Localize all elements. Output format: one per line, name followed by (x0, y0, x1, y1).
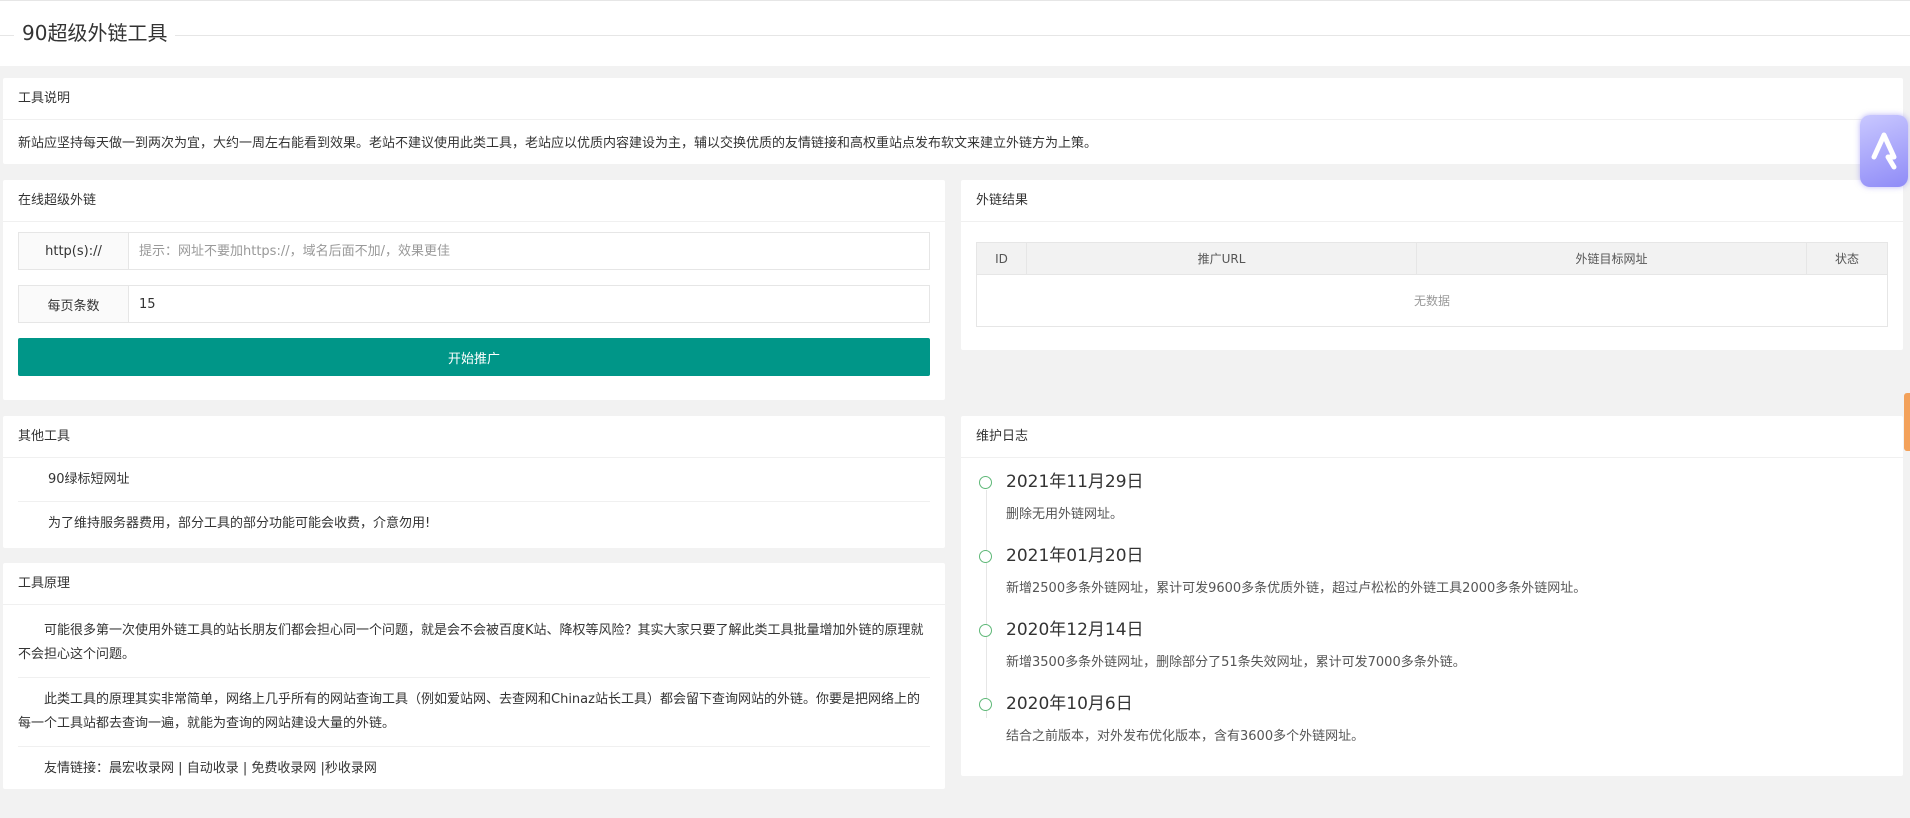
timeline-dot-icon (979, 624, 992, 637)
floating-assistant-icon[interactable] (1860, 115, 1908, 187)
timeline-item: 2021年01月20日 新增2500多条外链网址，累计可发9600多条优质外链，… (976, 540, 1888, 614)
side-feedback-tab[interactable] (1904, 393, 1910, 451)
description-heading: 工具说明 (3, 78, 1903, 120)
other-tools-card: 其他工具 90绿标短网址 为了维持服务器费用，部分工具的部分功能可能会收费，介意… (3, 416, 945, 548)
friend-link[interactable]: 秒收录网 (325, 761, 377, 776)
page-title: 90超级外链工具 (14, 19, 176, 47)
header-divider (0, 35, 1910, 36)
friend-link[interactable]: 免费收录网 (251, 761, 316, 776)
friend-link[interactable]: 自动收录 (187, 761, 239, 776)
timeline-date: 2020年12月14日 (1006, 620, 1144, 640)
timeline-date: 2021年11月29日 (1006, 472, 1144, 492)
principle-card: 工具原理 可能很多第一次使用外链工具的站长朋友们都会担心同一个问题，就是会不会被… (3, 563, 945, 789)
url-input-group: http(s):// (18, 232, 930, 270)
link-separator: | (238, 761, 252, 776)
timeline-dot-icon (979, 550, 992, 563)
column-header-target-url: 外链目标网址 (1416, 242, 1807, 275)
results-card: 外链结果 ID 推广URL 外链目标网址 状态 无数据 (961, 180, 1903, 350)
changelog-card: 维护日志 2021年11月29日 删除无用外链网址。 2021年01月20日 新… (961, 416, 1903, 776)
short-url-tool-link[interactable]: 90绿标短网址 (18, 458, 930, 502)
principle-paragraph: 可能很多第一次使用外链工具的站长朋友们都会担心同一个问题，就是会不会被百度K站、… (18, 609, 930, 678)
description-card: 工具说明 新站应坚持每天做一到两次为宜，大约一周左右能看到效果。老站不建议使用此… (3, 78, 1903, 164)
per-page-input-group: 每页条数 (18, 285, 930, 323)
link-separator: | (316, 761, 325, 776)
start-promote-button[interactable]: 开始推广 (18, 338, 930, 376)
url-input[interactable] (129, 233, 929, 269)
url-label: http(s):// (19, 233, 129, 269)
per-page-label: 每页条数 (19, 286, 129, 322)
timeline-desc: 新增3500多条外链网址，删除部分了51条失效网址，累计可发7000多条外链。 (1006, 655, 1466, 670)
description-text: 新站应坚持每天做一到两次为宜，大约一周左右能看到效果。老站不建议使用此类工具，老… (18, 136, 1098, 151)
fee-notice: 为了维持服务器费用，部分工具的部分功能可能会收费，介意勿用! (48, 516, 431, 531)
timeline-dot-icon (979, 698, 992, 711)
changelog-heading: 维护日志 (961, 416, 1903, 458)
friend-links-label: 友情链接： (44, 761, 110, 776)
timeline-date: 2021年01月20日 (1006, 546, 1144, 566)
empty-state: 无数据 (976, 274, 1888, 327)
friend-links: 友情链接：晨宏收录网 | 自动收录 | 免费收录网 |秒收录网 (18, 747, 930, 791)
principle-heading: 工具原理 (3, 563, 945, 605)
online-tool-card: 在线超级外链 http(s):// 每页条数 开始推广 (3, 180, 945, 400)
page-header: 90超级外链工具 (0, 0, 1910, 66)
timeline-item: 2021年11月29日 删除无用外链网址。 (976, 466, 1888, 540)
timeline-item: 2020年10月6日 结合之前版本，对外发布优化版本，含有3600多个外链网址。 (976, 688, 1888, 762)
timeline-desc: 新增2500多条外链网址，累计可发9600多条优质外链，超过卢松松的外链工具20… (1006, 581, 1587, 596)
results-heading: 外链结果 (961, 180, 1903, 222)
timeline-item: 2020年12月14日 新增3500多条外链网址，删除部分了51条失效网址，累计… (976, 614, 1888, 688)
results-table: ID 推广URL 外链目标网址 状态 无数据 (976, 242, 1888, 327)
timeline-dot-icon (979, 476, 992, 489)
column-header-id: ID (976, 242, 1027, 275)
link-separator: | (174, 761, 187, 776)
online-tool-heading: 在线超级外链 (3, 180, 945, 222)
timeline-desc: 删除无用外链网址。 (1006, 507, 1124, 522)
timeline-desc: 结合之前版本，对外发布优化版本，含有3600多个外链网址。 (1006, 729, 1365, 744)
principle-paragraph: 此类工具的原理其实非常简单，网络上几乎所有的网站查询工具（例如爱站网、去查网和C… (18, 678, 930, 747)
column-header-promote-url: 推广URL (1026, 242, 1417, 275)
other-tools-heading: 其他工具 (3, 416, 945, 458)
column-header-status: 状态 (1806, 242, 1888, 275)
timeline-date: 2020年10月6日 (1006, 694, 1133, 714)
changelog-timeline: 2021年11月29日 删除无用外链网址。 2021年01月20日 新增2500… (961, 458, 1903, 770)
friend-link[interactable]: 晨宏收录网 (109, 761, 174, 776)
per-page-input[interactable] (129, 286, 929, 322)
